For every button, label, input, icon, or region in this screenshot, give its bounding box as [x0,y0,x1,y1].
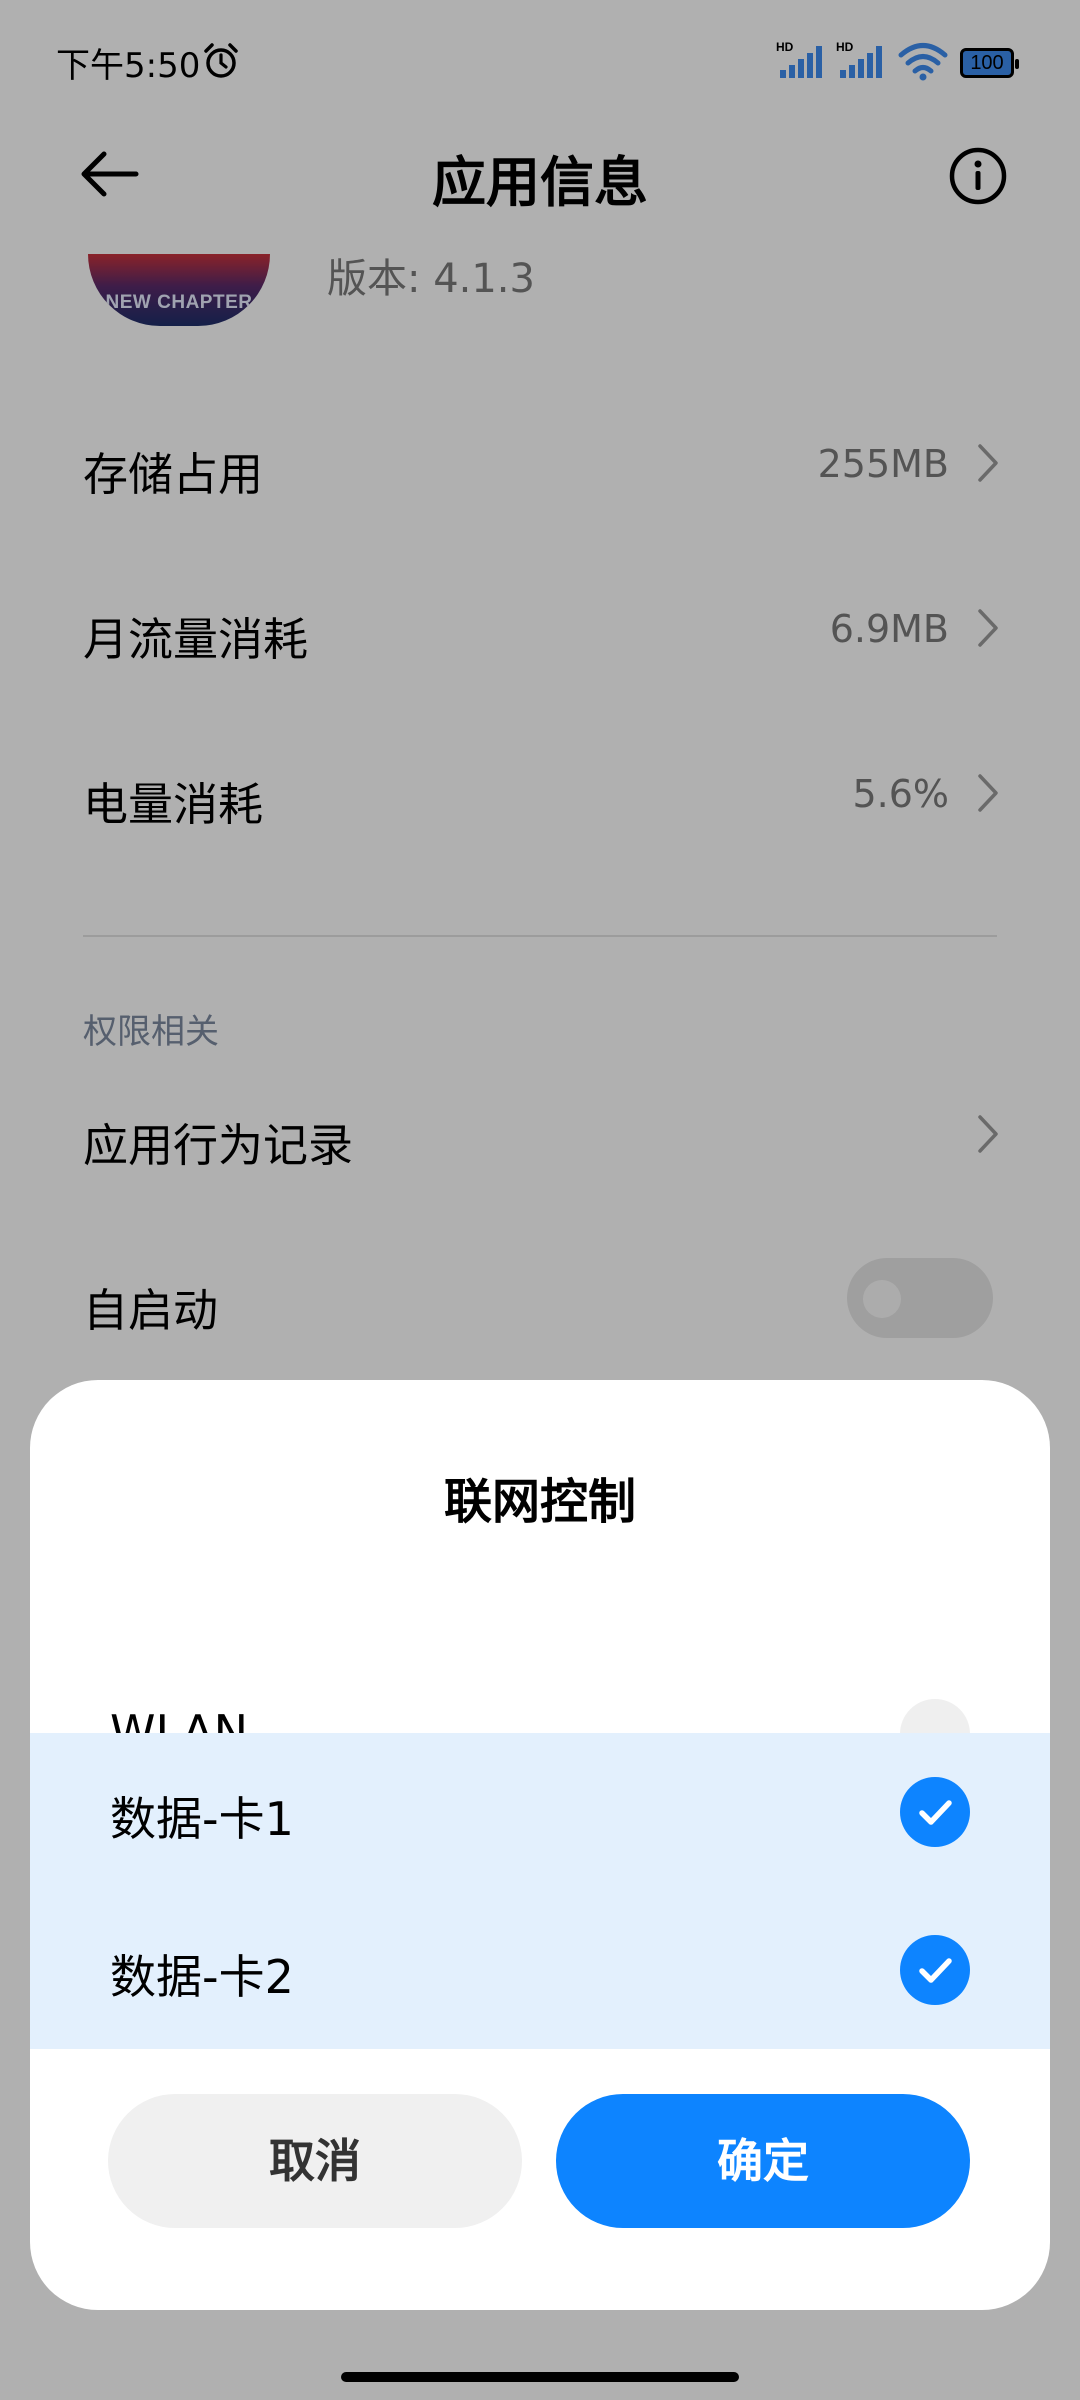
dialog-title: 联网控制 [443,1474,636,1530]
option-sim1-label: 数据-卡1 [110,1792,294,1846]
app-info-screen: 下午5:50 HD HD 100 应用信息 NEW CHAPTER 版本: 4.… [0,0,1080,2400]
network-control-dialog: 联网控制 WLAN 数据-卡1 数据-卡2 取消 确定 [30,1380,1050,2310]
checkmark-icon [919,1800,952,1825]
confirm-button[interactable]: 确定 [556,2094,970,2228]
option-data-sim2[interactable]: 数据-卡2 [30,1891,1050,2049]
sim1-checkbox[interactable] [900,1777,970,1847]
home-indicator[interactable] [341,2372,739,2382]
option-data-sim1[interactable]: 数据-卡1 [30,1733,1050,1891]
option-sim2-label: 数据-卡2 [110,1950,294,2004]
checkmark-icon [919,1958,952,1983]
cancel-button[interactable]: 取消 [108,2094,522,2228]
sim2-checkbox[interactable] [900,1935,970,2005]
